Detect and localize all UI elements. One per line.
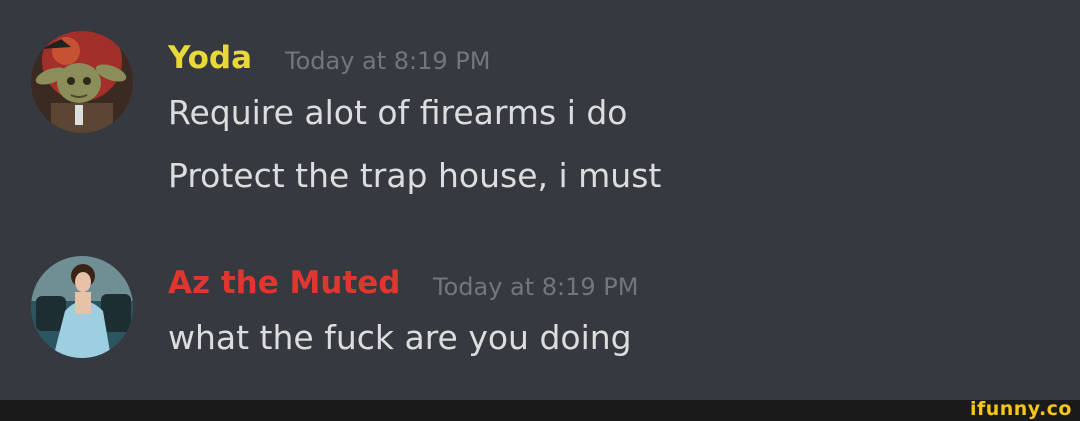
message-content: Require alot of firearms i do (168, 93, 628, 132)
az-avatar[interactable] (31, 256, 133, 358)
message-content: Protect the trap house, i must (168, 156, 662, 195)
chat-log: Yoda Today at 8:19 PM Require alot of fi… (0, 0, 1080, 400)
message-timestamp: Today at 8:19 PM (433, 273, 639, 301)
yoda-avatar[interactable] (31, 31, 133, 133)
watermark-bar: ifunny.co (0, 398, 1080, 421)
ifunny-watermark: ifunny.co (969, 398, 1072, 420)
message-author[interactable]: Yoda (168, 40, 252, 76)
message-timestamp: Today at 8:19 PM (285, 47, 491, 75)
message-content: what the fuck are you doing (168, 318, 632, 357)
message-author[interactable]: Az the Muted (168, 265, 401, 301)
